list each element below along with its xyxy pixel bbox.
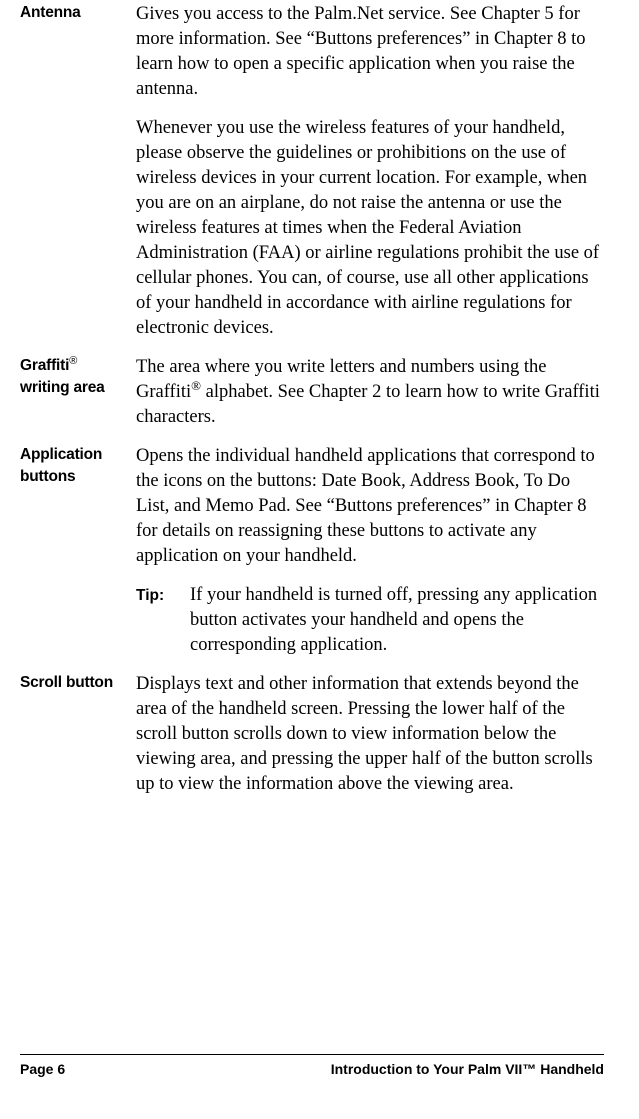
term: Antenna (20, 2, 136, 24)
page-number: Page 6 (20, 1061, 65, 1077)
definition-entry: Application buttonsOpens the individual … (20, 444, 604, 658)
definition-paragraph: Displays text and other information that… (136, 672, 604, 797)
definition: The area where you write letters and num… (136, 355, 604, 430)
tip-label: Tip: (136, 583, 190, 608)
definition-entry: AntennaGives you access to the Palm.Net … (20, 2, 604, 341)
definition-entry: Scroll buttonDisplays text and other inf… (20, 672, 604, 797)
term: Graffiti® writing area (20, 355, 136, 399)
page: AntennaGives you access to the Palm.Net … (0, 0, 639, 1119)
definition-paragraph: The area where you write letters and num… (136, 355, 604, 430)
definition: Displays text and other information that… (136, 672, 604, 797)
page-footer: Page 6 Introduction to Your Palm VII™ Ha… (20, 1054, 604, 1077)
tip: Tip:If your handheld is turned off, pres… (136, 583, 604, 658)
definition-paragraph: Opens the individual handheld applicatio… (136, 444, 604, 569)
content-area: AntennaGives you access to the Palm.Net … (20, 0, 604, 797)
term: Scroll button (20, 672, 136, 694)
definition-paragraph: Whenever you use the wireless features o… (136, 116, 604, 341)
definition: Gives you access to the Palm.Net service… (136, 2, 604, 341)
tip-text: If your handheld is turned off, pressing… (190, 583, 604, 658)
definition-paragraph: Gives you access to the Palm.Net service… (136, 2, 604, 102)
chapter-title: Introduction to Your Palm VII™ Handheld (331, 1061, 604, 1077)
definition-entry: Graffiti® writing areaThe area where you… (20, 355, 604, 430)
definition: Opens the individual handheld applicatio… (136, 444, 604, 658)
term: Application buttons (20, 444, 136, 488)
